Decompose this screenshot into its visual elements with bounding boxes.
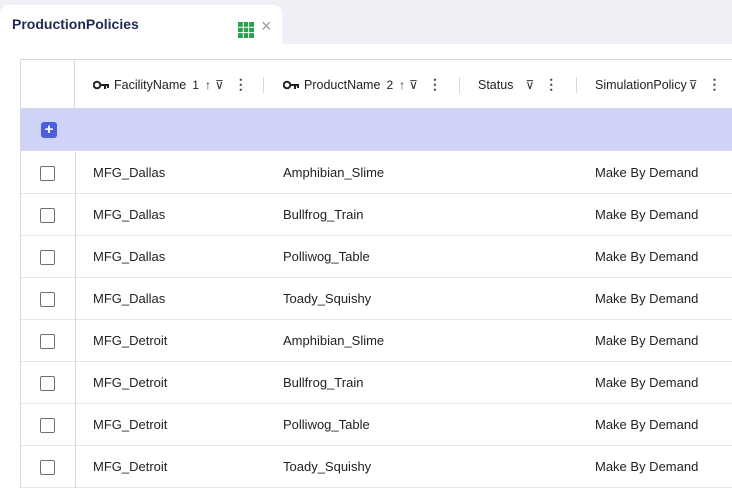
table-row[interactable]: MFG_Dallas Amphibian_Slime Make By Deman… <box>21 152 732 194</box>
column-label: FacilityName <box>114 77 187 92</box>
tab-title: ProductionPolicies <box>12 16 139 32</box>
row-divider <box>75 278 76 320</box>
sort-ascending-icon[interactable]: ↑ <box>205 78 211 92</box>
cell-facility[interactable]: MFG_Detroit <box>93 375 167 390</box>
sort-ascending-icon[interactable]: ↑ <box>399 78 405 92</box>
cell-policy[interactable]: Make By Demand <box>595 207 698 222</box>
column-menu-icon[interactable]: ⋮ <box>234 76 248 93</box>
filter-icon[interactable]: ⊽ <box>525 78 534 92</box>
filter-icon[interactable]: ⊽ <box>215 78 224 92</box>
cell-product[interactable]: Amphibian_Slime <box>283 165 384 180</box>
row-divider <box>75 194 76 236</box>
table-row[interactable]: MFG_Dallas Toady_Squishy Make By Demand <box>21 278 732 320</box>
row-divider <box>75 152 76 194</box>
row-checkbox[interactable] <box>40 418 55 433</box>
cell-product[interactable]: Bullfrog_Train <box>283 375 363 390</box>
cell-product[interactable]: Amphibian_Slime <box>283 333 384 348</box>
cell-policy[interactable]: Make By Demand <box>595 165 698 180</box>
row-divider <box>75 362 76 404</box>
column-header-facilityname[interactable]: FacilityName 1 ↑ ⊽ ⋮ <box>93 60 248 109</box>
column-header-productname[interactable]: ProductName 2 ↑ ⊽ ⋮ <box>283 60 442 109</box>
column-divider[interactable] <box>576 77 577 93</box>
column-header-status[interactable]: Status ⊽ ⋮ <box>478 60 558 109</box>
cell-facility[interactable]: MFG_Dallas <box>93 291 165 306</box>
key-icon <box>93 80 109 89</box>
table-row[interactable]: MFG_Dallas Bullfrog_Train Make By Demand <box>21 194 732 236</box>
cell-facility[interactable]: MFG_Detroit <box>93 417 167 432</box>
row-checkbox[interactable] <box>40 166 55 181</box>
cell-policy[interactable]: Make By Demand <box>595 417 698 432</box>
column-divider[interactable] <box>263 77 264 93</box>
filter-icon[interactable]: ⊽ <box>689 78 698 92</box>
row-checkbox[interactable] <box>40 208 55 223</box>
table-row[interactable]: MFG_Detroit Amphibian_Slime Make By Dema… <box>21 320 732 362</box>
column-label: ProductName <box>304 77 381 92</box>
add-row-button[interactable]: + <box>41 122 57 138</box>
grid-header: FacilityName 1 ↑ ⊽ ⋮ ProductName 2 ↑ ⊽ ⋮… <box>21 60 732 109</box>
row-divider <box>75 236 76 278</box>
row-checkbox[interactable] <box>40 460 55 475</box>
column-menu-icon[interactable]: ⋮ <box>544 76 558 93</box>
cell-policy[interactable]: Make By Demand <box>595 291 698 306</box>
column-menu-icon[interactable]: ⋮ <box>428 76 442 93</box>
table-row[interactable]: MFG_Detroit Toady_Squishy Make By Demand <box>21 446 732 488</box>
cell-product[interactable]: Toady_Squishy <box>283 291 371 306</box>
table-row[interactable]: MFG_Dallas Polliwog_Table Make By Demand <box>21 236 732 278</box>
key-icon <box>283 80 299 89</box>
cell-product[interactable]: Polliwog_Table <box>283 417 370 432</box>
sort-order: 2 <box>386 77 394 92</box>
row-checkbox[interactable] <box>40 334 55 349</box>
cell-policy[interactable]: Make By Demand <box>595 459 698 474</box>
column-label: Status <box>478 77 514 92</box>
sort-order: 1 <box>192 77 199 92</box>
row-checkbox[interactable] <box>40 376 55 391</box>
row-divider <box>75 446 76 488</box>
cell-policy[interactable]: Make By Demand <box>595 375 698 390</box>
table-row[interactable]: MFG_Detroit Polliwog_Table Make By Deman… <box>21 404 732 446</box>
cell-facility[interactable]: MFG_Dallas <box>93 207 165 222</box>
row-divider <box>75 320 76 362</box>
select-all-cell <box>21 60 75 109</box>
tab-production-policies[interactable]: ProductionPolicies × <box>0 5 282 44</box>
column-divider[interactable] <box>459 77 460 93</box>
cell-facility[interactable]: MFG_Detroit <box>93 333 167 348</box>
row-checkbox[interactable] <box>40 250 55 265</box>
cell-facility[interactable]: MFG_Dallas <box>93 249 165 264</box>
column-label: SimulationPolicy <box>595 77 687 92</box>
add-row-bar: + <box>21 109 732 151</box>
tab-bar: ProductionPolicies × <box>0 0 732 44</box>
column-menu-icon[interactable]: ⋮ <box>708 76 722 93</box>
column-header-simulationpolicy[interactable]: SimulationPolicy ⊽ ⋮ <box>595 60 722 109</box>
row-divider <box>75 404 76 446</box>
close-icon[interactable]: × <box>261 17 275 35</box>
row-checkbox[interactable] <box>40 292 55 307</box>
cell-policy[interactable]: Make By Demand <box>595 333 698 348</box>
filter-icon[interactable]: ⊽ <box>409 78 418 92</box>
cell-policy[interactable]: Make By Demand <box>595 249 698 264</box>
table-grid-icon <box>238 22 254 38</box>
cell-facility[interactable]: MFG_Dallas <box>93 165 165 180</box>
cell-product[interactable]: Toady_Squishy <box>283 459 371 474</box>
data-grid: FacilityName 1 ↑ ⊽ ⋮ ProductName 2 ↑ ⊽ ⋮… <box>20 59 732 488</box>
table-row[interactable]: MFG_Detroit Bullfrog_Train Make By Deman… <box>21 362 732 404</box>
cell-facility[interactable]: MFG_Detroit <box>93 459 167 474</box>
cell-product[interactable]: Polliwog_Table <box>283 249 370 264</box>
cell-product[interactable]: Bullfrog_Train <box>283 207 363 222</box>
